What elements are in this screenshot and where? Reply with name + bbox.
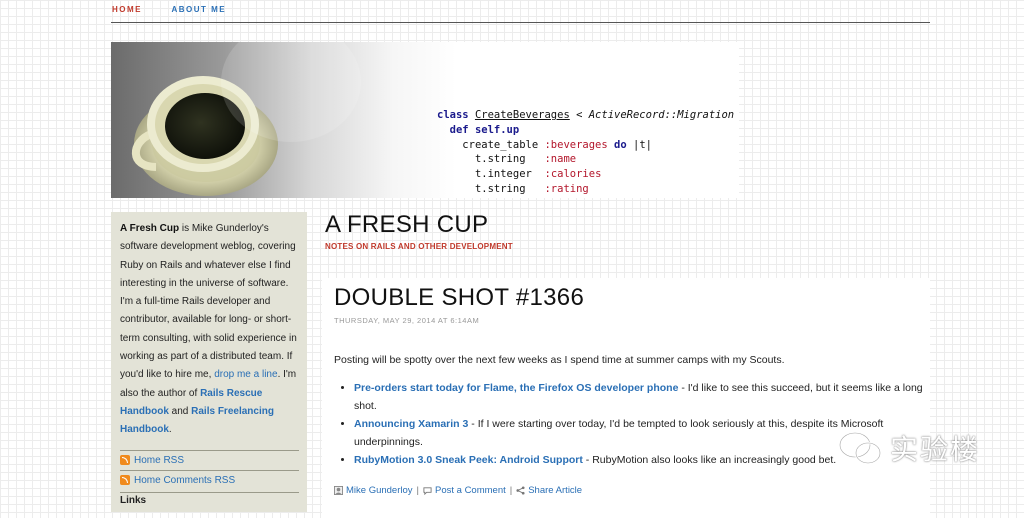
post-title[interactable]: DOUBLE SHOT #1366 <box>334 284 584 312</box>
home-rss-row[interactable]: Home RSS <box>120 449 299 470</box>
list-item: Pre-orders start today for Flame, the Fi… <box>354 379 934 415</box>
header-banner: class CreateBeverages < ActiveRecord::Mi… <box>111 42 739 198</box>
coffee-cup-image <box>131 42 361 196</box>
migration-code-snippet: class CreateBeverages < ActiveRecord::Mi… <box>437 109 735 195</box>
rss-icon <box>120 455 130 466</box>
post-item-link[interactable]: Announcing Xamarin 3 <box>354 418 468 430</box>
header-divider <box>111 22 930 23</box>
comment-icon <box>423 487 432 495</box>
post-comment-link[interactable]: Post a Comment <box>435 485 506 496</box>
site-title[interactable]: A FRESH CUP <box>325 211 488 239</box>
post-intro: Posting will be spotty over the next few… <box>334 354 785 366</box>
about-blurb: A Fresh Cup is Mike Gunderloy's software… <box>120 223 297 436</box>
wechat-icon <box>838 431 882 465</box>
post-date: THURSDAY, MAY 29, 2014 AT 6:14AM <box>334 316 480 325</box>
sidebar: A Fresh Cup is Mike Gunderloy's software… <box>111 212 307 512</box>
top-nav: HOME ABOUT ME <box>112 5 252 14</box>
rss-icon <box>120 475 130 486</box>
nav-about-link[interactable]: ABOUT ME <box>171 5 226 14</box>
home-rss-link[interactable]: Home RSS <box>134 451 184 470</box>
author-icon <box>334 486 343 495</box>
author-link[interactable]: Mike Gunderloy <box>346 485 413 496</box>
watermark-text: 实验楼 <box>890 433 981 466</box>
site-subtitle: NOTES ON RAILS AND OTHER DEVELOPMENT <box>325 242 513 251</box>
comments-rss-link[interactable]: Home Comments RSS <box>134 471 235 490</box>
comments-rss-row[interactable]: Home Comments RSS <box>120 469 299 490</box>
post-item-link[interactable]: RubyMotion 3.0 Sneak Peek: Android Suppo… <box>354 454 583 466</box>
nav-home-link[interactable]: HOME <box>112 5 142 14</box>
post-item-link[interactable]: Pre-orders start today for Flame, the Fi… <box>354 382 678 394</box>
blog-post: DOUBLE SHOT #1366 THURSDAY, MAY 29, 2014… <box>322 278 930 518</box>
links-heading: Links <box>120 491 299 506</box>
share-icon <box>516 486 525 495</box>
contact-link[interactable]: drop me a line <box>214 369 277 380</box>
watermark: 实验楼 <box>838 428 980 468</box>
post-footer: Mike Gunderloy | Post a Comment | Share … <box>334 485 582 496</box>
share-article-link[interactable]: Share Article <box>528 485 582 496</box>
